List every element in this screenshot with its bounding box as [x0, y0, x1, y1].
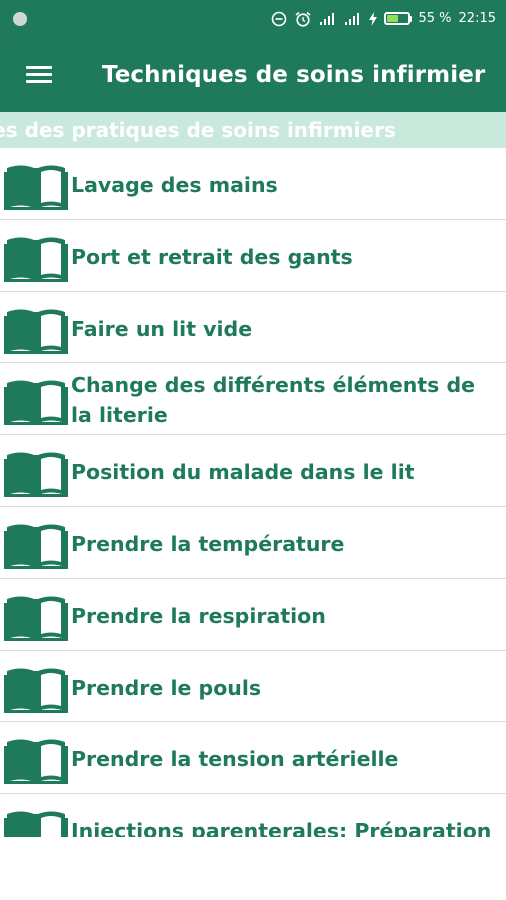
open-book-icon — [3, 593, 69, 641]
clock: 22:15 — [458, 11, 496, 26]
list-item[interactable]: Port et retrait des gants — [0, 220, 506, 292]
menu-button[interactable] — [0, 37, 78, 112]
signal-icon — [319, 12, 334, 25]
list-item[interactable]: Position du malade dans le lit — [0, 435, 506, 507]
status-bar: 55 % 22:15 — [0, 0, 506, 37]
list-item[interactable]: Change des différents éléments de la lit… — [0, 363, 506, 436]
list-item[interactable]: Prendre la respiration — [0, 579, 506, 651]
list-item-label: Position du malade dans le lit — [71, 460, 415, 485]
list-item-label: Prendre la respiration — [71, 603, 326, 628]
list-item[interactable]: Prendre la température — [0, 507, 506, 579]
lesson-list: Lavage des mains Port et retrait des gan… — [0, 148, 506, 837]
battery-percent: 55 % — [418, 11, 452, 26]
open-book-icon — [3, 377, 69, 426]
marquee-text: ues des pratiques de soins infirmiers — [0, 118, 396, 142]
list-item[interactable]: Lavage des mains — [0, 148, 506, 220]
list-item-label: Change des différents éléments de la lit… — [71, 373, 476, 428]
list-item[interactable]: Injections parenterales: Préparation — [0, 794, 506, 837]
list-item-label: Port et retrait des gants — [71, 244, 353, 269]
charging-icon — [368, 11, 377, 26]
list-item[interactable]: Prendre la tension artérielle — [0, 722, 506, 795]
open-book-icon — [3, 449, 69, 498]
hamburger-menu-icon — [26, 62, 52, 87]
open-book-icon — [3, 665, 69, 713]
list-item[interactable]: Faire un lit vide — [0, 292, 506, 364]
list-item-label: Faire un lit vide — [71, 316, 253, 341]
open-book-icon — [3, 234, 69, 282]
list-item-label: Lavage des mains — [71, 173, 278, 197]
app-bar: Techniques de soins infirmier — [0, 37, 506, 112]
alarm-icon — [294, 11, 311, 27]
list-item-label: Prendre la tension artérielle — [71, 747, 399, 772]
status-icons: 55 % 22:15 — [271, 11, 496, 27]
marquee-banner: ues des pratiques de soins infirmiers — [0, 112, 506, 148]
battery-level — [386, 15, 398, 22]
app-title: Techniques de soins infirmier — [102, 61, 486, 88]
list-item-label: Prendre le pouls — [71, 675, 262, 700]
signal-icon — [344, 12, 359, 25]
notification-dot-icon — [13, 11, 27, 26]
list-item[interactable]: Prendre le pouls — [0, 651, 506, 723]
list-item-label: Prendre la température — [71, 531, 345, 556]
bottom-blank-area — [0, 837, 506, 900]
open-book-icon — [3, 736, 69, 785]
open-book-icon — [3, 306, 69, 354]
open-book-icon — [3, 808, 69, 837]
do-not-disturb-icon — [271, 11, 286, 26]
open-book-icon — [3, 521, 69, 569]
open-book-icon — [3, 162, 69, 210]
battery-icon — [383, 12, 412, 25]
list-item-label: Injections parenterales: Préparation — [71, 819, 492, 837]
